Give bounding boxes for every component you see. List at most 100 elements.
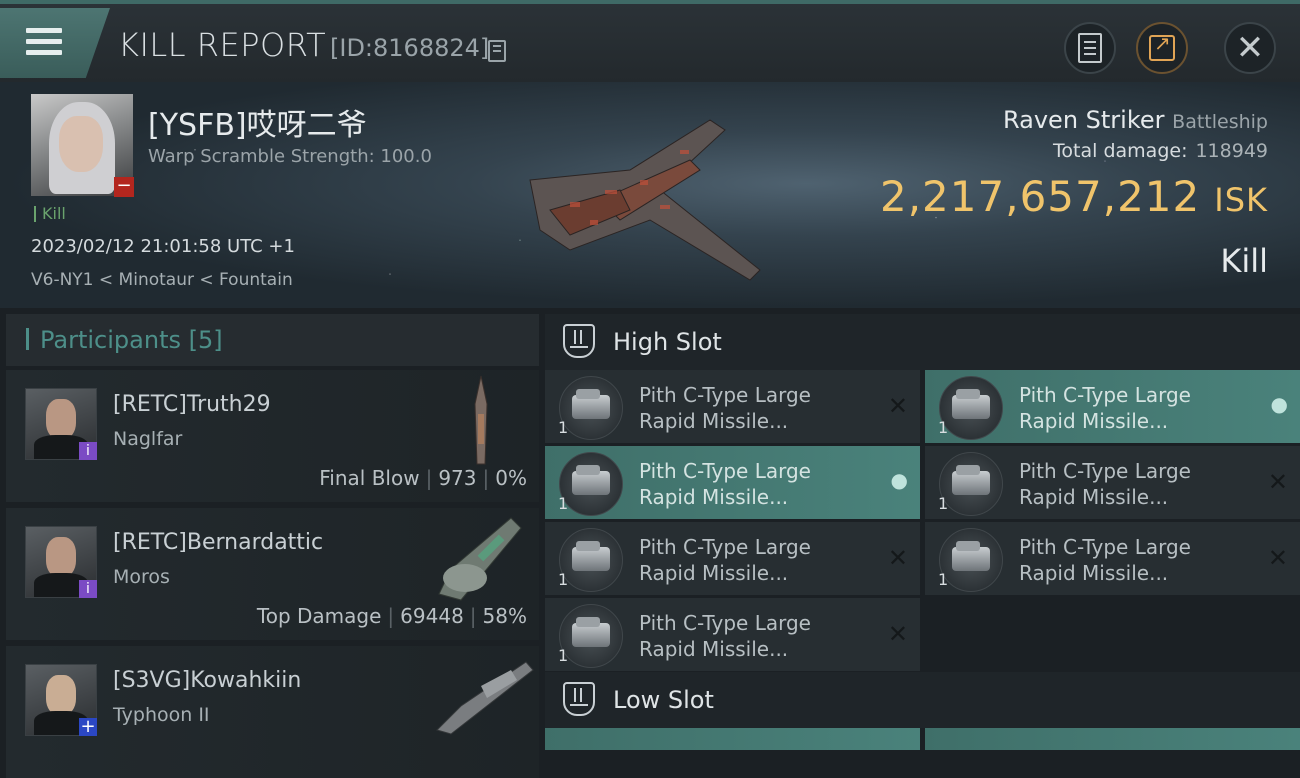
hostile-badge: −: [114, 177, 134, 197]
close-button[interactable]: ✕: [1224, 22, 1276, 74]
page-title: KILL REPORT: [118, 26, 327, 64]
module-name: Pith C-Type Large Rapid Missile...: [1019, 382, 1249, 434]
participant-ship: Moros: [113, 566, 170, 588]
missile-launcher-icon: [939, 452, 1003, 516]
icon-top: [576, 617, 600, 627]
icon-top: [956, 465, 980, 475]
participant-ship-image: [474, 375, 488, 465]
module-name-line1: Pith C-Type Large: [639, 383, 811, 407]
module-item[interactable]: 1 Pith C-Type Large Rapid Missile... ●: [545, 446, 920, 519]
module-item[interactable]: 1 Pith C-Type Large Rapid Missile... ✕: [925, 446, 1300, 519]
participant-name[interactable]: [S3VG]Kowahkiin: [113, 668, 301, 693]
module-name-line1: Pith C-Type Large: [639, 459, 811, 483]
share-icon: [1149, 31, 1175, 61]
report-id: [ID:8168824]: [330, 34, 490, 62]
victim-name[interactable]: [YSFB]哎呀二爷: [148, 100, 367, 144]
clipboard-icon: [1078, 33, 1102, 63]
module-name-line2: Rapid Missile...: [639, 485, 789, 509]
participant-ship-image: [438, 517, 522, 601]
low-slot-title: Low Slot: [613, 686, 714, 714]
module-quantity: 1: [938, 418, 949, 437]
avatar-face: [59, 116, 103, 172]
participant-stats: Final Blow | 973 | 0%: [319, 466, 527, 490]
share-button[interactable]: [1136, 22, 1188, 74]
destroyed-icon: ✕: [1267, 544, 1288, 572]
low-slot-header: Low Slot: [545, 672, 1300, 728]
participant-damage: 69448: [400, 604, 464, 628]
module-name-line1: Pith C-Type Large: [1019, 535, 1191, 559]
module-item[interactable]: 1 Pith C-Type Large Rapid Missile... ●: [925, 370, 1300, 443]
participant-ship-image: [436, 661, 534, 735]
kill-datetime: 2023/02/12 21:01:58 UTC +1: [31, 236, 295, 257]
module-name-line2: Rapid Missile...: [639, 409, 789, 433]
victim-avatar[interactable]: −: [31, 94, 134, 197]
missile-launcher-icon: [559, 452, 623, 516]
participant-avatar[interactable]: +: [25, 664, 97, 736]
total-damage: Total damage: 118949: [1053, 140, 1268, 162]
missile-launcher-icon: [559, 376, 623, 440]
module-name-line2: Rapid Missile...: [1019, 485, 1169, 509]
destroyed-icon: ✕: [887, 620, 908, 648]
total-damage-label: Total damage:: [1053, 140, 1188, 162]
victim-ship-name[interactable]: Raven Striker Battleship: [1003, 106, 1268, 134]
total-damage-value: 118949: [1195, 140, 1268, 162]
victim-ship-image: [529, 119, 761, 281]
icon-top: [956, 541, 980, 551]
participants-panel: Participants [5] i [RETC]Truth29 Naglfar…: [6, 314, 539, 778]
module-item[interactable]: 1 Pith C-Type Large Rapid Missile... ✕: [925, 522, 1300, 595]
module-name: Pith C-Type Large Rapid Missile...: [1019, 458, 1249, 510]
module-name: Pith C-Type Large Rapid Missile...: [639, 382, 869, 434]
menu-icon-bar: [26, 50, 62, 55]
clipboard-button[interactable]: [1064, 22, 1116, 74]
participants-header: Participants [5]: [6, 314, 539, 366]
module-item[interactable]: 1 Pith C-Type Large Rapid Missile... ✕: [545, 598, 920, 671]
avatar-head: [46, 537, 76, 577]
module-name: Pith C-Type Large Rapid Missile...: [639, 458, 869, 510]
icon-top: [576, 541, 600, 551]
pilot-icon: ●: [1270, 392, 1288, 416]
participant-row[interactable]: i [RETC]Truth29 Naglfar Final Blow | 973 | 0…: [6, 370, 539, 502]
participant-row[interactable]: + [S3VG]Kowahkiin Typhoon II: [6, 646, 539, 778]
module-name-line2: Rapid Missile...: [639, 637, 789, 661]
menu-icon: [26, 28, 62, 33]
module-quantity: 1: [938, 494, 949, 513]
warp-scramble-strength: Warp Scramble Strength: 100.0: [148, 146, 432, 167]
module-name-line1: Pith C-Type Large: [639, 611, 811, 635]
module-name-line1: Pith C-Type Large: [639, 535, 811, 559]
missile-launcher-icon: [559, 528, 623, 592]
icon-top: [576, 389, 600, 399]
module-item[interactable]: 1 Pith C-Type Large Rapid Missile... ✕: [545, 522, 920, 595]
ship-name-text: Raven Striker: [1003, 106, 1165, 134]
isk-unit: ISK: [1214, 181, 1268, 219]
participant-ship: Typhoon II: [113, 704, 210, 726]
module-quantity: 1: [558, 646, 569, 665]
missile-launcher-icon: [939, 528, 1003, 592]
module-name: Pith C-Type Large Rapid Missile...: [1019, 534, 1249, 586]
kill-location[interactable]: V6-NY1 < Minotaur < Fountain: [31, 270, 293, 290]
missile-launcher-icon: [939, 376, 1003, 440]
module-name-line2: Rapid Missile...: [1019, 409, 1169, 433]
kill-tag: Kill: [34, 206, 66, 222]
participant-percent: 0%: [495, 466, 527, 490]
module-item[interactable]: [545, 728, 920, 750]
isk-value: 2,217,657,212 ISK: [880, 172, 1268, 221]
destroyed-icon: ✕: [1267, 468, 1288, 496]
menu-button[interactable]: [0, 8, 110, 78]
participant-avatar[interactable]: i: [25, 526, 97, 598]
participant-row[interactable]: i [RETC]Bernardattic Moros Top Damage | 69…: [6, 508, 539, 640]
icon-top: [576, 465, 600, 475]
info-badge: i: [79, 580, 97, 598]
module-item[interactable]: [925, 728, 1300, 750]
participant-name[interactable]: [RETC]Truth29: [113, 392, 271, 417]
module-item[interactable]: 1 Pith C-Type Large Rapid Missile... ✕: [545, 370, 920, 443]
module-quantity: 1: [558, 418, 569, 437]
participant-avatar[interactable]: i: [25, 388, 97, 460]
participant-damage: 973: [438, 466, 477, 490]
high-slot-header: High Slot: [545, 314, 1300, 370]
participant-stats: Top Damage | 69448 | 58%: [256, 604, 527, 628]
copy-icon[interactable]: [488, 40, 506, 62]
missile-launcher-icon: [559, 604, 623, 668]
module-quantity: 1: [558, 494, 569, 513]
participants-count: [5]: [188, 326, 223, 354]
participant-name[interactable]: [RETC]Bernardattic: [113, 530, 323, 555]
